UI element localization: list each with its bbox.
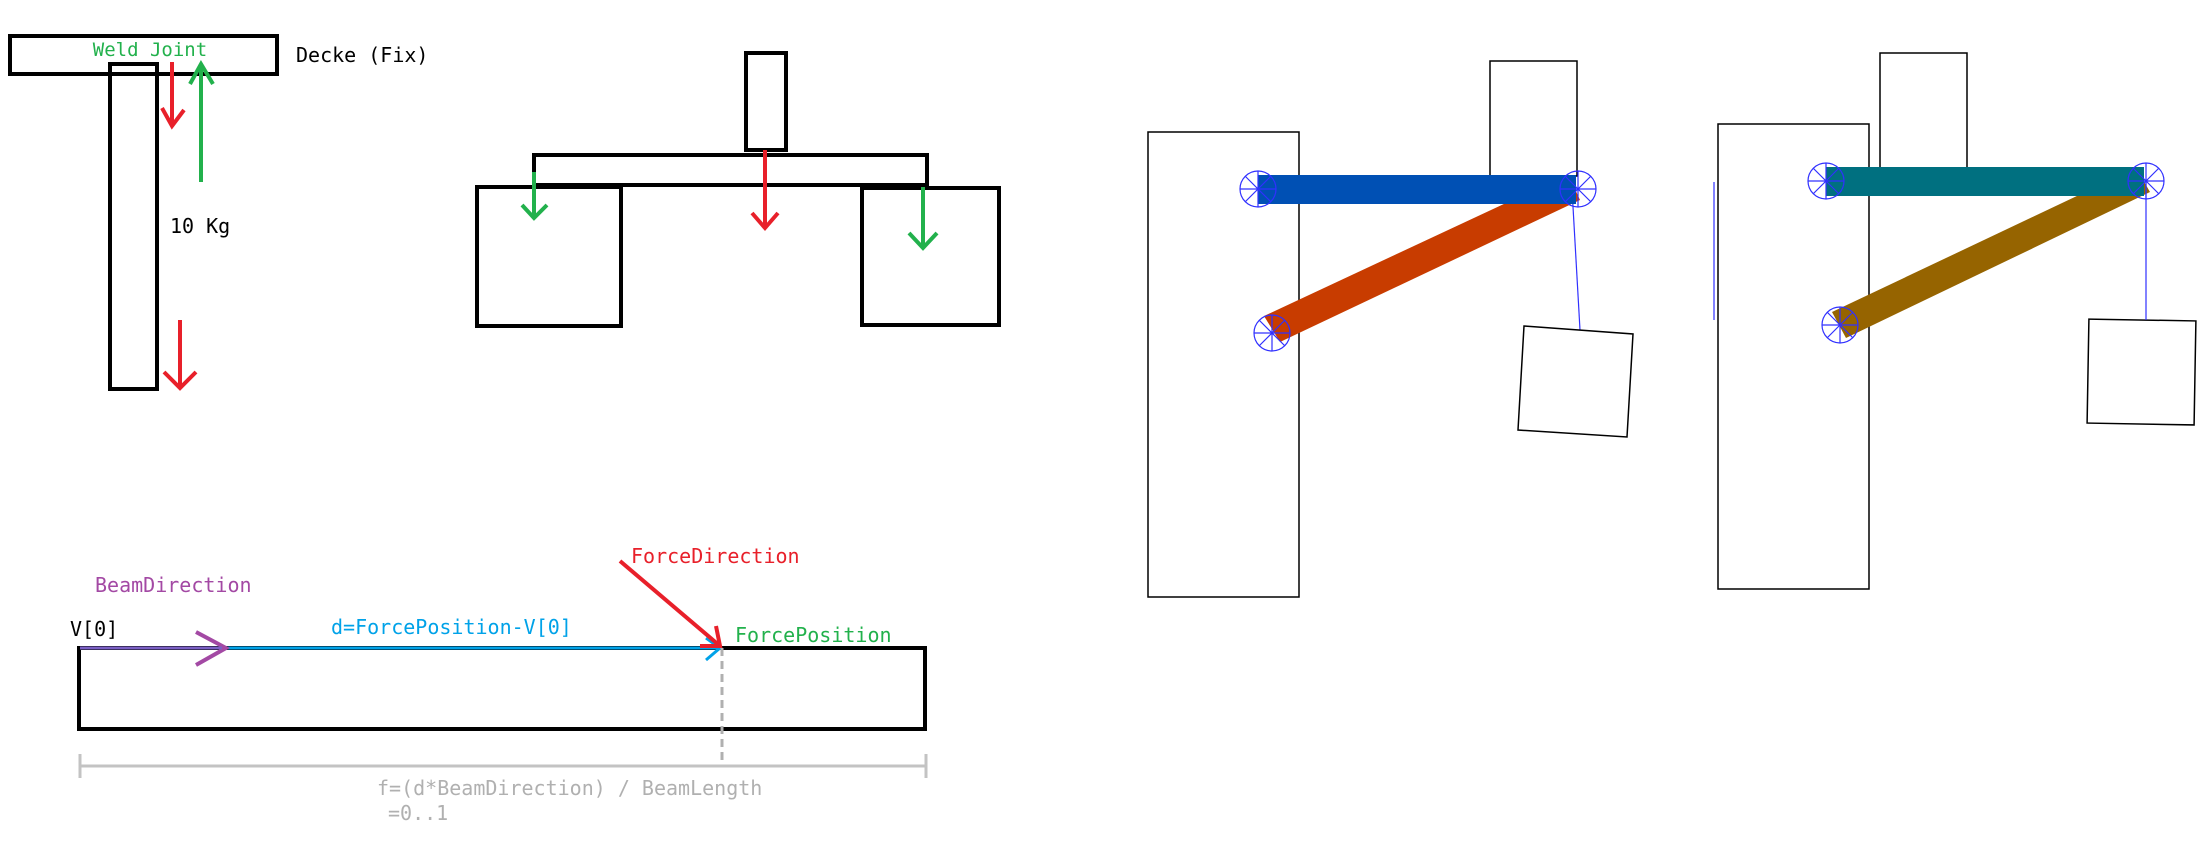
v0-label: V[0] xyxy=(70,617,118,641)
weld-joint-label: Weld Joint xyxy=(93,39,207,61)
bridge-figure xyxy=(475,51,1001,328)
right-box xyxy=(860,186,1001,327)
green-arrow-right xyxy=(907,187,939,251)
mass-label: 10 Kg xyxy=(170,214,230,238)
render-a-hanging-box xyxy=(1517,325,1634,438)
beam-direction-label: BeamDirection xyxy=(95,573,252,597)
render-b-hanging-box xyxy=(2086,318,2197,426)
render-b-horizontal-beam xyxy=(1826,167,2144,196)
render-a-top-block xyxy=(1489,60,1578,177)
d-formula-label: d=ForcePosition-V[0] xyxy=(331,615,572,639)
diagram-canvas: Weld Joint Decke (Fix) 10 Kg BeamDirecti… xyxy=(8,34,2197,825)
force-direction-label: ForceDirection xyxy=(631,544,800,568)
hanging-beam xyxy=(108,62,159,391)
red-arrow-joint xyxy=(160,62,186,130)
render-b-top-block xyxy=(1879,52,1968,169)
render-b-figure xyxy=(1713,52,2197,590)
ceiling-label: Decke (Fix) xyxy=(296,43,428,67)
length-dimension-line xyxy=(78,754,928,778)
force-direction-arrow xyxy=(618,559,723,648)
bridge-beam xyxy=(532,153,929,187)
f-range-label: =0..1 xyxy=(388,801,448,825)
left-box xyxy=(475,185,623,328)
red-arrow-weight xyxy=(162,320,198,391)
render-a-rope xyxy=(1571,188,1581,331)
top-post xyxy=(744,51,788,152)
weld-joint-figure: Weld Joint Decke (Fix) 10 Kg xyxy=(8,34,428,391)
force-position-label: ForcePosition xyxy=(735,623,892,647)
green-arrow-left xyxy=(520,172,549,221)
f-formula-label: f=(d*BeamDirection) / BeamLength xyxy=(377,776,762,800)
red-arrow-center xyxy=(750,150,780,232)
beam-projection-figure: BeamDirection ForceDirection V[0] d=Forc… xyxy=(70,544,928,825)
render-a-horizontal-beam xyxy=(1258,175,1576,204)
green-arrow-up xyxy=(188,59,215,182)
render-a-figure xyxy=(1147,60,1634,598)
